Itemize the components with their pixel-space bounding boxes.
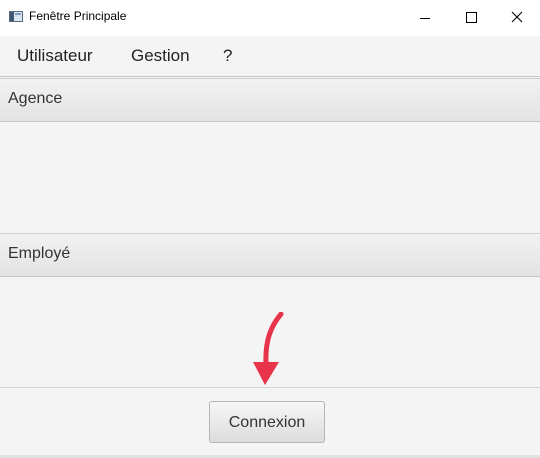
- close-icon: [511, 11, 523, 23]
- employe-pane-header[interactable]: Employé: [0, 233, 540, 277]
- title-bar[interactable]: Fenêtre Principale: [0, 0, 540, 36]
- close-button[interactable]: [494, 0, 540, 36]
- menu-bar: Utilisateur Gestion ?: [0, 36, 540, 77]
- window-title: Fenêtre Principale: [29, 9, 127, 23]
- agence-pane-content: [0, 122, 540, 233]
- employe-pane-title: Employé: [8, 245, 71, 262]
- menu-gestion[interactable]: Gestion: [131, 46, 190, 66]
- red-arrow-icon: [253, 312, 284, 385]
- maximize-button[interactable]: [448, 0, 494, 36]
- agence-pane-title: Agence: [8, 90, 63, 107]
- main-window: Fenêtre Principale Utilisateur Gestion ?…: [0, 0, 540, 458]
- connexion-button[interactable]: Connexion: [209, 401, 325, 443]
- minimize-button[interactable]: [402, 0, 448, 36]
- menu-utilisateur[interactable]: Utilisateur: [17, 46, 93, 66]
- menu-help[interactable]: ?: [223, 46, 232, 66]
- maximize-icon: [466, 12, 477, 23]
- agence-pane-header[interactable]: Agence: [0, 78, 540, 122]
- minimize-icon: [420, 18, 430, 19]
- app-window-icon: [9, 11, 23, 22]
